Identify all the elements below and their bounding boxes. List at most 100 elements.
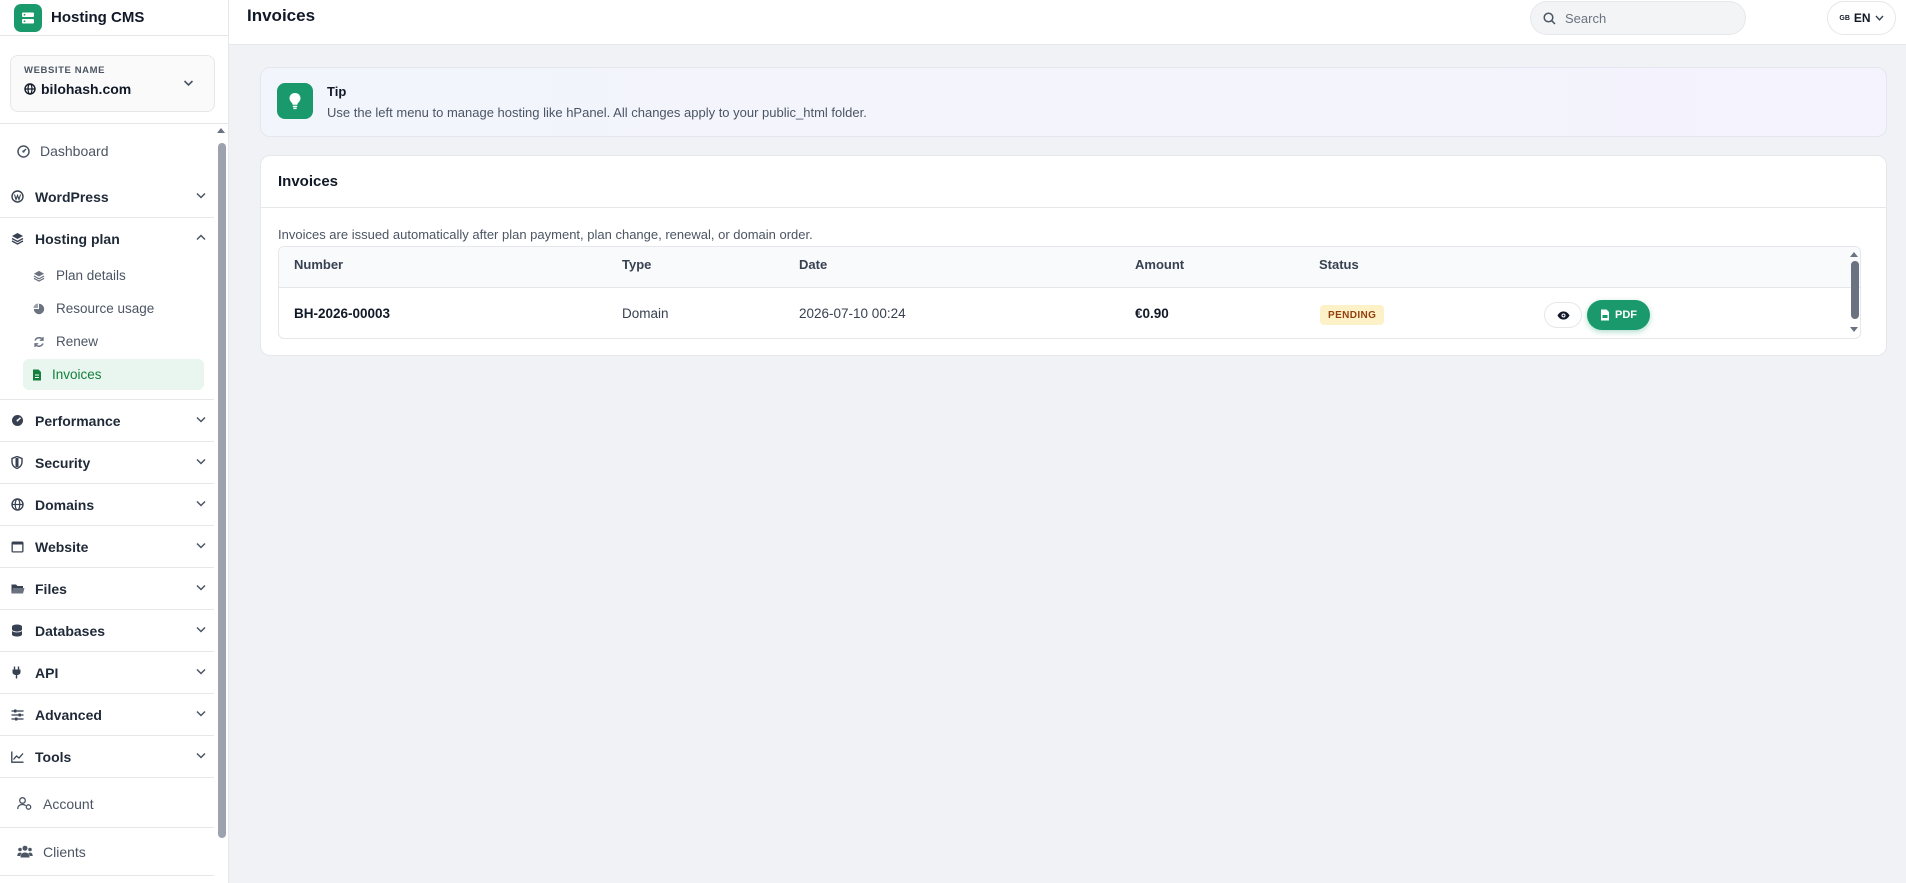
sidebar-item-clients[interactable]: Clients	[0, 828, 214, 876]
sidebar-item-databases[interactable]: Databases	[0, 610, 214, 652]
sidebar-item-label: Files	[35, 580, 67, 597]
invoices-table: Number Type Date Amount Status BH-2026-0…	[278, 246, 1861, 339]
sidebar-item-label: WordPress	[35, 188, 109, 205]
table-header: Number Type Date Amount Status	[279, 247, 1860, 288]
chevron-down-icon	[196, 416, 206, 423]
chevron-down-icon	[1875, 15, 1884, 21]
pdf-button-label: PDF	[1615, 309, 1637, 321]
sidebar-item-label: Tools	[35, 748, 72, 765]
brand[interactable]: Hosting CMS	[0, 0, 228, 36]
file-pdf-icon	[1601, 309, 1609, 321]
sidebar-subitem-label: Renew	[56, 334, 99, 349]
chevron-down-icon	[196, 500, 206, 507]
dashboard-icon	[17, 145, 30, 161]
chart-icon	[11, 750, 24, 766]
column-header-date[interactable]: Date	[799, 257, 827, 272]
invoice-amount: €0.90	[1135, 306, 1169, 321]
top-header: Invoices GB EN	[229, 0, 1906, 45]
sidebar-subitem-renew[interactable]: Renew	[23, 326, 204, 357]
sidebar-subitem-plan-details[interactable]: Plan details	[23, 260, 204, 291]
chevron-down-icon	[183, 80, 194, 87]
sidebar-item-label: Website	[35, 538, 89, 555]
divider	[261, 207, 1886, 208]
search-input[interactable]	[1565, 10, 1735, 26]
plug-icon	[11, 666, 22, 682]
browser-icon	[11, 540, 24, 556]
layers-icon	[11, 232, 24, 248]
chevron-down-icon	[196, 458, 206, 465]
page-title: Invoices	[247, 6, 316, 25]
table-row[interactable]: BH-2026-00003 Domain 2026-07-10 00:24 €0…	[279, 289, 1860, 338]
sidebar-item-domains[interactable]: Domains	[0, 484, 214, 526]
search-icon	[1543, 11, 1556, 25]
tip-text: Use the left menu to manage hosting like…	[327, 105, 867, 120]
sidebar-item-files[interactable]: Files	[0, 568, 214, 610]
sidebar-item-dashboard[interactable]: Dashboard	[0, 130, 214, 172]
sidebar-item-website[interactable]: Website	[0, 526, 214, 568]
sidebar-item-security[interactable]: Security	[0, 442, 214, 484]
sidebar-item-tools[interactable]: Tools	[0, 736, 214, 778]
sidebar-item-label: Domains	[35, 496, 95, 513]
flag-icon: GB	[1839, 14, 1850, 22]
sidebar-item-account[interactable]: Account	[0, 780, 214, 828]
chevron-down-icon	[196, 626, 206, 633]
table-scroll-up[interactable]	[1850, 252, 1858, 257]
invoice-icon	[32, 368, 42, 384]
sidebar-item-label: Hosting plan	[35, 231, 120, 247]
card-description: Invoices are issued automatically after …	[278, 227, 813, 242]
eye-icon	[1557, 311, 1569, 319]
globe-icon	[24, 83, 36, 95]
sidebar-subitem-label: Invoices	[52, 367, 102, 382]
invoice-number: BH-2026-00003	[294, 306, 391, 321]
column-header-status[interactable]: Status	[1319, 257, 1359, 272]
sidebar-subitem-label: Resource usage	[56, 301, 155, 316]
sidebar-scrollbar[interactable]	[218, 143, 226, 838]
table-scrollbar[interactable]	[1851, 261, 1859, 319]
sidebar-item-advanced[interactable]: Advanced	[0, 694, 214, 736]
search-box[interactable]	[1530, 1, 1746, 35]
card-title: Invoices	[278, 173, 339, 190]
invoice-date: 2026-07-10 00:24	[799, 306, 906, 321]
sidebar-item-label: Clients	[43, 843, 86, 860]
shield-icon	[11, 455, 23, 472]
brand-name: Hosting CMS	[51, 9, 145, 26]
globe-icon	[11, 498, 24, 514]
divider	[0, 123, 228, 124]
sidebar-item-label: Dashboard	[40, 143, 109, 159]
tip-title: Tip	[327, 84, 347, 99]
sidebar-subitem-invoices[interactable]: Invoices	[23, 359, 204, 390]
sidebar-item-wordpress[interactable]: WordPress	[0, 176, 214, 218]
user-gear-icon	[17, 797, 32, 813]
table-scroll-down[interactable]	[1850, 327, 1858, 332]
website-selector[interactable]: WEBSITE NAME bilohash.com	[10, 55, 215, 112]
gauge-icon	[11, 414, 24, 430]
layers-icon	[33, 269, 45, 285]
server-icon	[14, 3, 42, 32]
column-header-amount[interactable]: Amount	[1135, 257, 1184, 272]
column-header-type[interactable]: Type	[622, 257, 651, 272]
language-code: EN	[1853, 11, 1871, 25]
chevron-up-icon	[196, 234, 206, 241]
sliders-icon	[11, 708, 24, 724]
sidebar-item-label: Databases	[35, 622, 106, 639]
sidebar-item-label: Advanced	[35, 706, 102, 723]
sidebar-subitem-resource-usage[interactable]: Resource usage	[23, 293, 204, 324]
invoice-type: Domain	[622, 306, 669, 321]
sidebar-item-hosting-plan[interactable]: Hosting plan	[0, 218, 214, 260]
sidebar-item-label: Account	[43, 795, 94, 812]
download-pdf-button[interactable]: PDF	[1587, 300, 1650, 330]
pie-chart-icon	[33, 302, 45, 318]
website-selector-label: WEBSITE NAME	[24, 65, 106, 76]
sidebar-item-api[interactable]: API	[0, 652, 214, 694]
sidebar: Hosting CMS WEBSITE NAME bilohash.com Da…	[0, 0, 229, 883]
sidebar-item-label: API	[35, 664, 59, 681]
column-header-number[interactable]: Number	[294, 257, 343, 272]
website-name: bilohash.com	[41, 81, 132, 97]
sidebar-scroll-up[interactable]	[217, 128, 225, 133]
sidebar-item-performance[interactable]: Performance	[0, 400, 214, 442]
sidebar-subitem-label: Plan details	[56, 268, 126, 283]
language-selector[interactable]: GB EN	[1827, 1, 1896, 35]
view-invoice-button[interactable]	[1544, 302, 1582, 328]
chevron-down-icon	[196, 584, 206, 591]
lightbulb-icon	[277, 83, 313, 119]
